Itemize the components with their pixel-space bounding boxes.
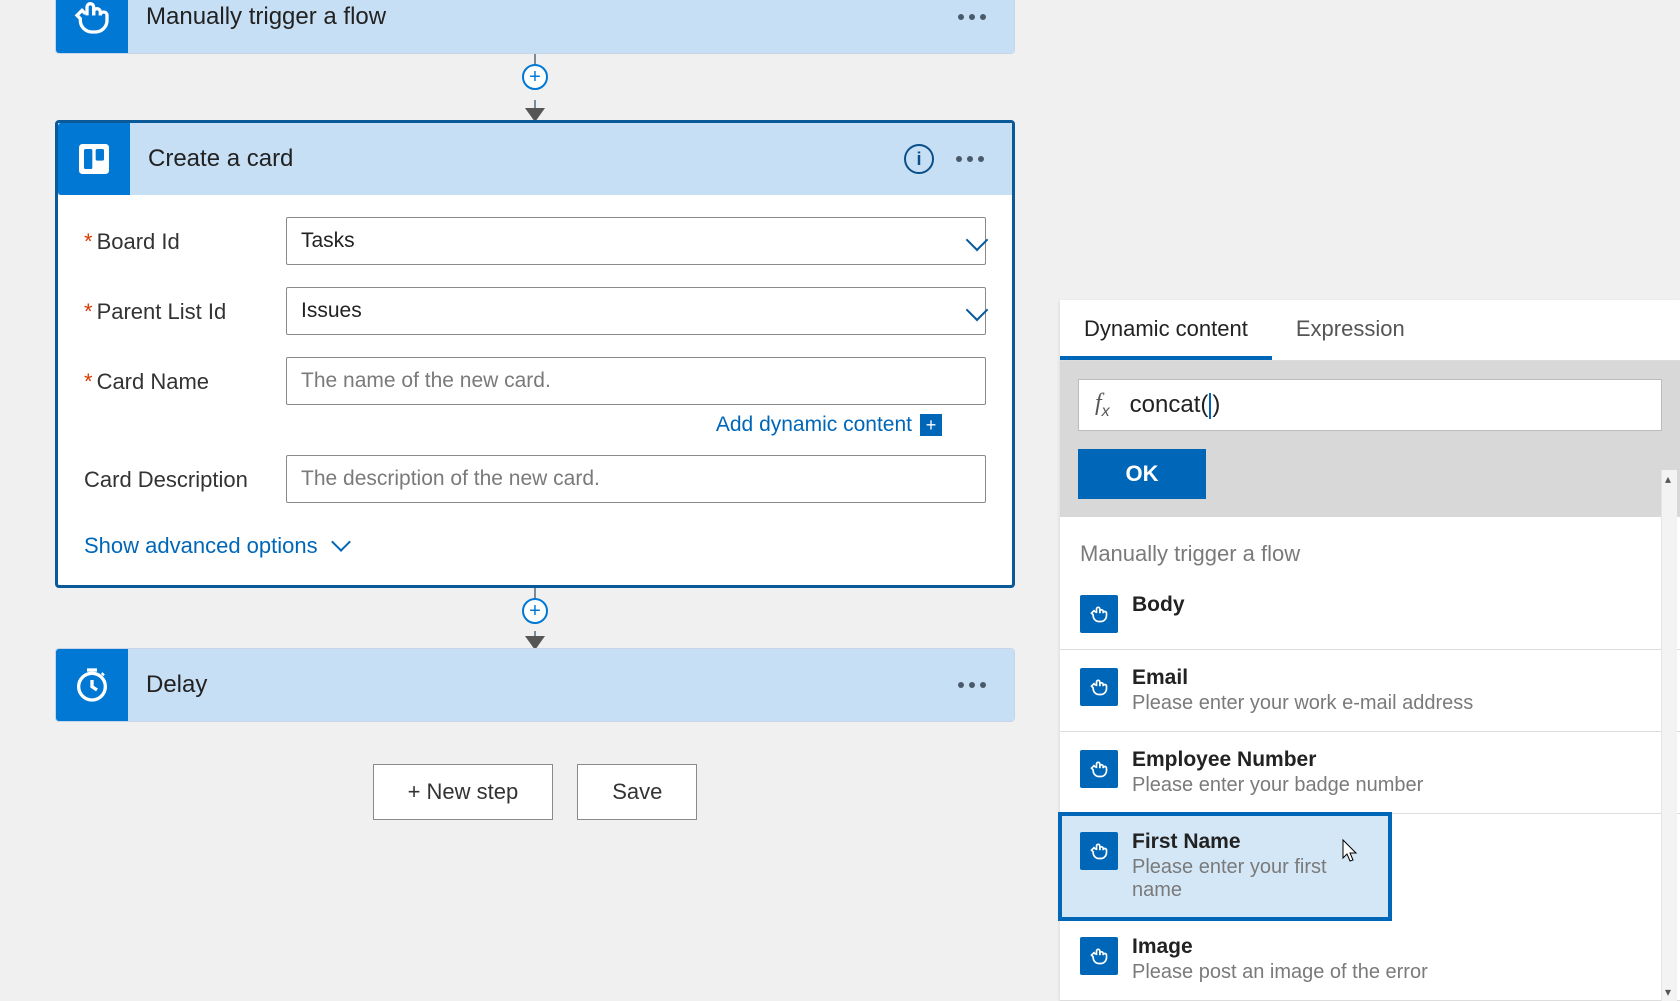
board-id-select[interactable]: Tasks	[286, 217, 986, 265]
trello-icon	[58, 123, 130, 195]
step-title: Manually trigger a flow	[128, 3, 958, 31]
dc-item-desc: Please enter your badge number	[1132, 774, 1423, 797]
step-delay[interactable]: Delay	[55, 648, 1015, 722]
board-id-value: Tasks	[301, 229, 355, 253]
dynamic-content-panel: Dynamic content Expression fx concat() O…	[1060, 300, 1680, 1001]
scroll-up-icon[interactable]: ▴	[1665, 472, 1671, 486]
tab-dynamic-content[interactable]: Dynamic content	[1060, 300, 1272, 360]
dc-item-desc: Please post an image of the error	[1132, 961, 1428, 984]
dc-item-title: First Name	[1132, 830, 1370, 854]
timer-icon	[56, 649, 128, 721]
card-description-input[interactable]: The description of the new card.	[286, 455, 986, 503]
hand-tap-icon	[1080, 832, 1118, 870]
dc-item-title: Email	[1132, 666, 1473, 690]
dc-item-title: Employee Number	[1132, 748, 1423, 772]
step-manually-trigger[interactable]: Manually trigger a flow	[55, 0, 1015, 54]
hand-tap-icon	[1080, 750, 1118, 788]
dc-item-employee-number[interactable]: Employee NumberPlease enter your badge n…	[1060, 732, 1680, 814]
dc-item-title: Body	[1132, 593, 1185, 617]
step-create-card[interactable]: Create a card i *Board Id Tasks *Parent …	[55, 120, 1015, 588]
card-name-input[interactable]: The name of the new card.	[286, 357, 986, 405]
hand-tap-icon	[1080, 595, 1118, 633]
plus-icon: +	[920, 414, 942, 436]
formula-text: concat()	[1130, 391, 1221, 419]
dc-item-title: Image	[1132, 935, 1428, 959]
step-title: Delay	[128, 671, 958, 699]
dc-item-image[interactable]: ImagePlease post an image of the error	[1060, 919, 1680, 1001]
dc-item-desc: Please enter your first name	[1132, 856, 1370, 902]
info-icon[interactable]: i	[904, 144, 934, 174]
dc-section-title: Manually trigger a flow	[1060, 517, 1680, 577]
dc-item-body[interactable]: Body	[1060, 577, 1680, 650]
dc-item-first-name[interactable]: First NamePlease enter your first name	[1060, 814, 1390, 919]
fx-icon: fx	[1095, 390, 1110, 421]
panel-scrollbar[interactable]: ▴ ▾	[1661, 470, 1677, 1001]
card-description-label: Card Description	[84, 455, 286, 493]
parent-list-id-value: Issues	[301, 299, 362, 323]
save-button[interactable]: Save	[577, 764, 697, 820]
card-name-label: *Card Name	[84, 357, 286, 395]
show-advanced-options-link[interactable]: Show advanced options	[84, 525, 986, 561]
step-title: Create a card	[130, 145, 904, 173]
add-step-between-icon[interactable]: +	[522, 64, 548, 90]
more-icon[interactable]	[956, 156, 984, 162]
chevron-down-icon	[331, 532, 351, 552]
formula-input[interactable]: fx concat()	[1078, 379, 1662, 431]
parent-list-id-label: *Parent List Id	[84, 287, 286, 325]
new-step-button[interactable]: + New step	[373, 764, 554, 820]
board-id-label: *Board Id	[84, 217, 286, 255]
mouse-cursor-icon	[1340, 838, 1360, 864]
more-icon[interactable]	[958, 14, 986, 20]
add-step-between-icon[interactable]: +	[522, 598, 548, 624]
ok-button[interactable]: OK	[1078, 449, 1206, 499]
more-icon[interactable]	[958, 682, 986, 688]
scroll-down-icon[interactable]: ▾	[1665, 985, 1671, 999]
parent-list-id-select[interactable]: Issues	[286, 287, 986, 335]
hand-tap-icon	[1080, 668, 1118, 706]
hand-tap-icon	[1080, 937, 1118, 975]
dc-item-email[interactable]: EmailPlease enter your work e-mail addre…	[1060, 650, 1680, 732]
hand-tap-icon	[56, 0, 128, 53]
tab-expression[interactable]: Expression	[1272, 300, 1429, 360]
dc-item-desc: Please enter your work e-mail address	[1132, 692, 1473, 715]
add-dynamic-content-link[interactable]: Add dynamic content +	[716, 413, 942, 437]
